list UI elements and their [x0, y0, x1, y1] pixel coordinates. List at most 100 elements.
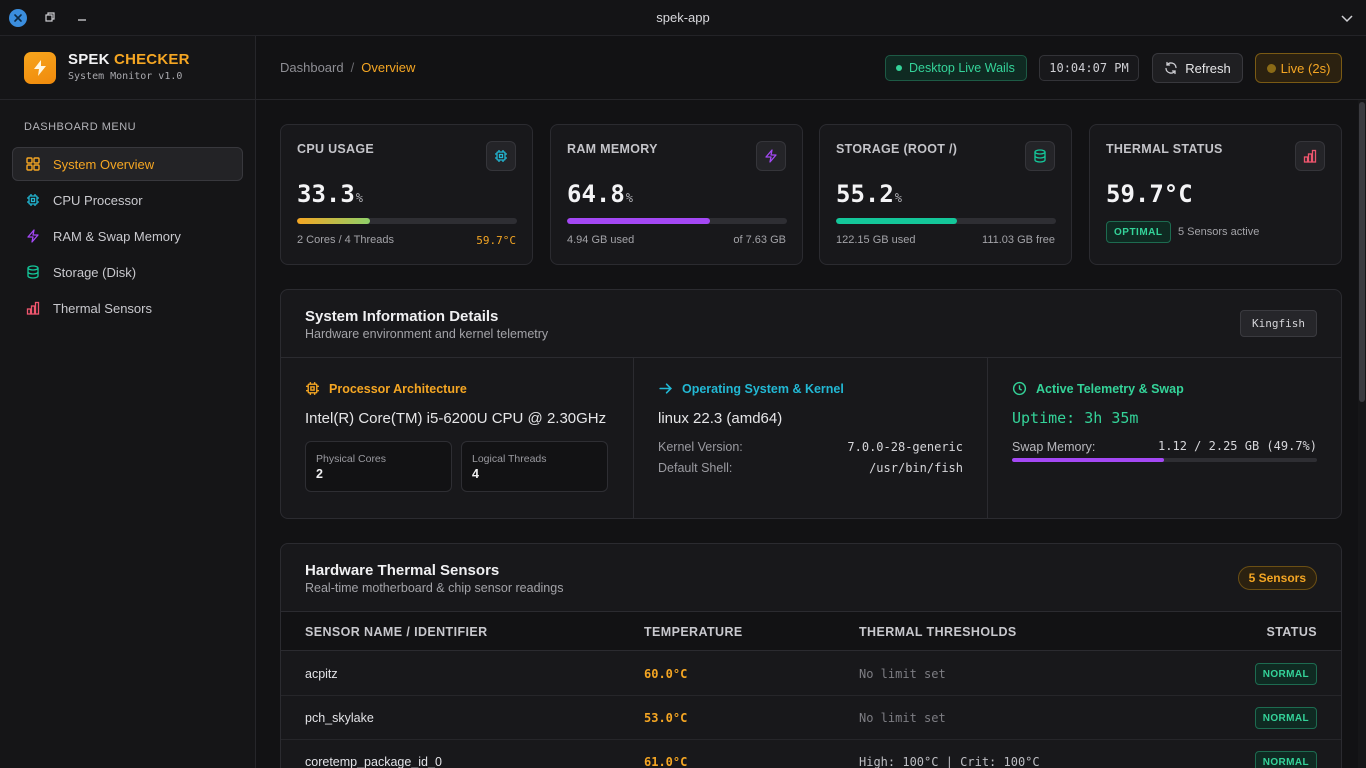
table-row[interactable]: pch_skylake 53.0°C No limit set NORMAL — [281, 696, 1341, 740]
physical-cores-label: Physical Cores — [316, 453, 387, 465]
stat-label: RAM MEMORY — [567, 142, 658, 156]
processor-title: Processor Architecture — [305, 381, 467, 396]
sidebar-item-ram-swap[interactable]: RAM & Swap Memory — [12, 219, 243, 253]
sensor-temp: 61.0°C — [644, 755, 688, 768]
logical-threads-value: 4 — [472, 467, 479, 481]
storage-card: STORAGE (ROOT /) 55.2% 122.15 GB used 11… — [819, 124, 1072, 265]
hostname-tag: Kingfish — [1240, 310, 1317, 337]
os-column: Operating System & Kernel linux 22.3 (am… — [634, 357, 988, 518]
sensor-threshold: No limit set — [859, 667, 946, 681]
storage-used: 122.15 GB used — [836, 234, 916, 246]
thermal-status-card: THERMAL STATUS 59.7°C OPTIMAL 5 Sensors … — [1089, 124, 1342, 265]
cpu-temp: 59.7°C — [476, 234, 516, 247]
swap-label: Swap Memory: — [1012, 440, 1096, 454]
shell-value: /usr/bin/fish — [869, 461, 963, 475]
shell-label: Default Shell: — [658, 461, 733, 475]
thermal-sensors-card: Hardware Thermal Sensors Real-time mothe… — [280, 543, 1342, 768]
title-bar: spek-app — [0, 0, 1366, 36]
logical-threads-label: Logical Threads — [472, 453, 547, 465]
column-header-thresholds[interactable]: THERMAL THRESHOLDS — [859, 625, 1017, 639]
stat-label: STORAGE (ROOT /) — [836, 142, 958, 156]
live-dot-icon — [1266, 63, 1276, 73]
scrollbar-thumb[interactable] — [1359, 102, 1365, 402]
chip-icon — [305, 381, 320, 396]
table-header: SENSOR NAME / IDENTIFIER TEMPERATURE THE… — [281, 611, 1341, 651]
sidebar-item-system-overview[interactable]: System Overview — [12, 147, 243, 181]
ram-total: of 7.63 GB — [733, 234, 786, 246]
bar-chart-icon — [25, 300, 41, 316]
ram-memory-card: RAM MEMORY 64.8% 4.94 GB used of 7.63 GB — [550, 124, 803, 265]
swap-progress-fill — [1012, 458, 1164, 462]
sidebar: SPEK CHECKER System Monitor v1.0 DASHBOA… — [0, 36, 256, 768]
sensor-name: acpitz — [305, 667, 338, 681]
sensors-active-text: 5 Sensors active — [1178, 226, 1260, 238]
brand-name: SPEK CHECKER — [68, 51, 190, 68]
chevron-down-icon[interactable] — [1340, 11, 1354, 25]
stat-label: THERMAL STATUS — [1106, 142, 1223, 156]
refresh-button[interactable]: Refresh — [1152, 53, 1243, 83]
telemetry-title: Active Telemetry & Swap — [1012, 381, 1184, 396]
sensor-temp: 53.0°C — [644, 711, 688, 725]
bolt-icon — [25, 228, 41, 244]
live-interval-button[interactable]: Live (2s) — [1255, 53, 1342, 83]
cpu-usage-card: CPU USAGE 33.3% 2 Cores / 4 Threads 59.7… — [280, 124, 533, 265]
physical-cores-box: Physical Cores 2 — [305, 441, 452, 492]
stat-value: 59.7°C — [1106, 180, 1193, 208]
scrollbar[interactable] — [1358, 100, 1366, 768]
os-title: Operating System & Kernel — [658, 381, 844, 396]
menu-title: DASHBOARD MENU — [24, 121, 137, 133]
sidebar-item-cpu-processor[interactable]: CPU Processor — [12, 183, 243, 217]
live-status-badge: Desktop Live Wails — [885, 55, 1027, 81]
swap-progress-bar — [1012, 458, 1317, 462]
stat-value: 55.2% — [836, 180, 903, 208]
system-info-card: System Information Details Hardware envi… — [280, 289, 1342, 519]
stat-value: 64.8% — [567, 180, 634, 208]
status-dot-icon — [896, 65, 902, 71]
breadcrumb-current: Overview — [361, 60, 416, 75]
uptime: Uptime: 3h 35m — [1012, 409, 1139, 427]
physical-cores-value: 2 — [316, 467, 323, 481]
column-header-temperature[interactable]: TEMPERATURE — [644, 625, 743, 639]
table-row[interactable]: coretemp_package_id_0 61.0°C High: 100°C… — [281, 740, 1341, 768]
refresh-label: Refresh — [1185, 60, 1231, 76]
sidebar-item-label: Storage (Disk) — [53, 264, 137, 280]
sensor-temp: 60.0°C — [644, 667, 688, 681]
breadcrumb-separator: / — [350, 60, 355, 75]
arrow-right-icon — [658, 381, 673, 396]
storage-progress-fill — [836, 218, 958, 224]
sidebar-item-storage[interactable]: Storage (Disk) — [12, 255, 243, 289]
optimal-badge: OPTIMAL — [1106, 221, 1171, 243]
sensor-threshold: No limit set — [859, 711, 946, 725]
os-name: linux 22.3 (amd64) — [658, 410, 783, 427]
sidebar-item-label: CPU Processor — [53, 192, 143, 208]
sidebar-item-label: RAM & Swap Memory — [53, 228, 181, 244]
storage-progress-bar — [836, 218, 1056, 224]
live-status-text: Desktop Live Wails — [909, 61, 1015, 75]
sensor-count-badge: 5 Sensors — [1237, 566, 1317, 590]
table-row[interactable]: acpitz 60.0°C No limit set NORMAL — [281, 652, 1341, 696]
breadcrumb-root[interactable]: Dashboard — [280, 60, 344, 75]
database-icon — [1025, 141, 1055, 171]
clock-icon — [1012, 381, 1027, 396]
sidebar-item-thermal-sensors[interactable]: Thermal Sensors — [12, 291, 243, 325]
sensor-threshold: High: 100°C | Crit: 100°C — [859, 755, 1040, 768]
brand: SPEK CHECKER System Monitor v1.0 — [0, 36, 255, 100]
sensor-name: pch_skylake — [305, 711, 374, 725]
breadcrumb: Dashboard / Overview — [280, 60, 415, 75]
bolt-icon — [756, 141, 786, 171]
database-icon — [25, 264, 41, 280]
kernel-value: 7.0.0-28-generic — [847, 440, 963, 454]
section-subtitle: Hardware environment and kernel telemetr… — [305, 327, 549, 341]
ram-progress-bar — [567, 218, 787, 224]
top-header: Dashboard / Overview Desktop Live Wails 10… — [256, 36, 1366, 100]
section-subtitle: Real-time motherboard & chip sensor read… — [305, 581, 564, 595]
ram-progress-fill — [567, 218, 710, 224]
clock: 10:04:07 PM — [1039, 55, 1139, 81]
column-header-status[interactable]: STATUS — [1266, 625, 1317, 639]
column-header-sensor[interactable]: SENSOR NAME / IDENTIFIER — [305, 625, 488, 639]
main-content: CPU USAGE 33.3% 2 Cores / 4 Threads 59.7… — [256, 100, 1358, 768]
cpu-progress-bar — [297, 218, 517, 224]
storage-free: 111.03 GB free — [982, 234, 1055, 246]
window-title: spek-app — [656, 10, 710, 25]
status-badge: NORMAL — [1254, 751, 1317, 768]
